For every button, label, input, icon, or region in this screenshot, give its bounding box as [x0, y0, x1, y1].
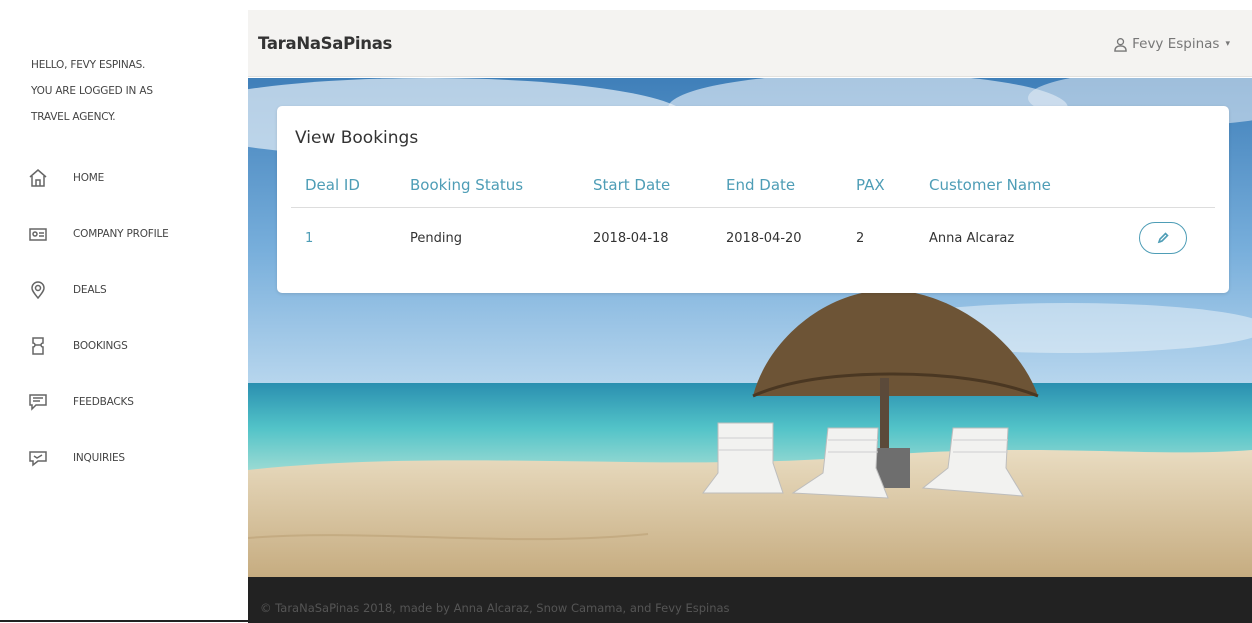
chat-bubble-icon	[28, 391, 48, 413]
home-icon	[28, 167, 48, 189]
sidebar-item-label: DEALS	[73, 284, 107, 296]
footer: © TaraNaSaPinas 2018, made by Anna Alcar…	[248, 577, 1252, 623]
greeting-line-1: HELLO, FEVY ESPINAS.	[31, 59, 146, 71]
user-greeting: HELLO, FEVY ESPINAS. YOU ARE LOGGED IN A…	[31, 52, 231, 130]
column-header-pax: PAX	[856, 176, 885, 194]
sidebar-item-label: HOME	[73, 172, 105, 184]
column-header-end-date: End Date	[726, 176, 796, 194]
table-row: 1 Pending 2018-04-18 2018-04-20 2 Anna A…	[291, 208, 1215, 268]
sidebar-item-label: BOOKINGS	[73, 340, 128, 352]
column-header-booking-status: Booking Status	[410, 176, 524, 194]
table-header: Deal ID Booking Status Start Date End Da…	[291, 174, 1215, 208]
card-title: View Bookings	[295, 128, 419, 148]
end-date: 2018-04-20	[726, 230, 802, 246]
user-name: Fevy Espinas	[1132, 36, 1220, 52]
sidebar-item-label: COMPANY PROFILE	[73, 228, 169, 240]
view-bookings-card: View Bookings Deal ID Booking Status Sta…	[277, 106, 1229, 293]
sidebar-item-home[interactable]: HOME	[28, 150, 238, 206]
sidebar-item-company-profile[interactable]: COMPANY PROFILE	[28, 206, 238, 262]
ticket-icon	[28, 335, 48, 357]
user-menu-dropdown[interactable]: Fevy Espinas ▾	[1113, 36, 1230, 52]
bottom-divider	[0, 620, 280, 622]
question-chat-icon	[28, 447, 48, 469]
sidebar-item-label: INQUIRIES	[73, 452, 125, 464]
column-header-customer-name: Customer Name	[929, 176, 1051, 194]
sidebar-item-bookings[interactable]: BOOKINGS	[28, 318, 238, 374]
caret-down-icon: ▾	[1225, 39, 1230, 49]
sidebar-nav: HOME COMPANY PROFILE DEALS BOOKINGS FEED…	[28, 150, 238, 486]
row-actions	[1100, 222, 1215, 254]
sidebar-item-label: FEEDBACKS	[73, 396, 134, 408]
booking-status: Pending	[410, 230, 462, 246]
brand-logo[interactable]: TaraNaSaPinas	[258, 34, 392, 53]
bookings-table: Deal ID Booking Status Start Date End Da…	[291, 174, 1215, 268]
pax-count: 2	[856, 230, 865, 246]
edit-booking-button[interactable]	[1139, 222, 1187, 254]
sidebar-item-feedbacks[interactable]: FEEDBACKS	[28, 374, 238, 430]
pencil-icon	[1157, 232, 1169, 244]
id-card-icon	[28, 223, 48, 245]
greeting-line-3: TRAVEL AGENCY.	[31, 111, 116, 123]
column-header-actions	[1100, 174, 1215, 207]
map-pin-icon	[28, 279, 48, 301]
top-navbar: TaraNaSaPinas Fevy Espinas ▾	[248, 10, 1252, 77]
deal-id-link[interactable]: 1	[291, 231, 396, 246]
column-header-deal-id: Deal ID	[305, 176, 360, 194]
footer-copyright: © TaraNaSaPinas 2018, made by Anna Alcar…	[260, 601, 730, 615]
greeting-line-2: YOU ARE LOGGED IN AS	[31, 85, 153, 97]
sidebar-item-inquiries[interactable]: INQUIRIES	[28, 430, 238, 486]
user-icon	[1114, 37, 1127, 52]
customer-name: Anna Alcaraz	[929, 230, 1015, 246]
start-date: 2018-04-18	[593, 230, 669, 246]
column-header-start-date: Start Date	[593, 176, 671, 194]
sidebar: HELLO, FEVY ESPINAS. YOU ARE LOGGED IN A…	[0, 0, 280, 623]
sidebar-item-deals[interactable]: DEALS	[28, 262, 238, 318]
